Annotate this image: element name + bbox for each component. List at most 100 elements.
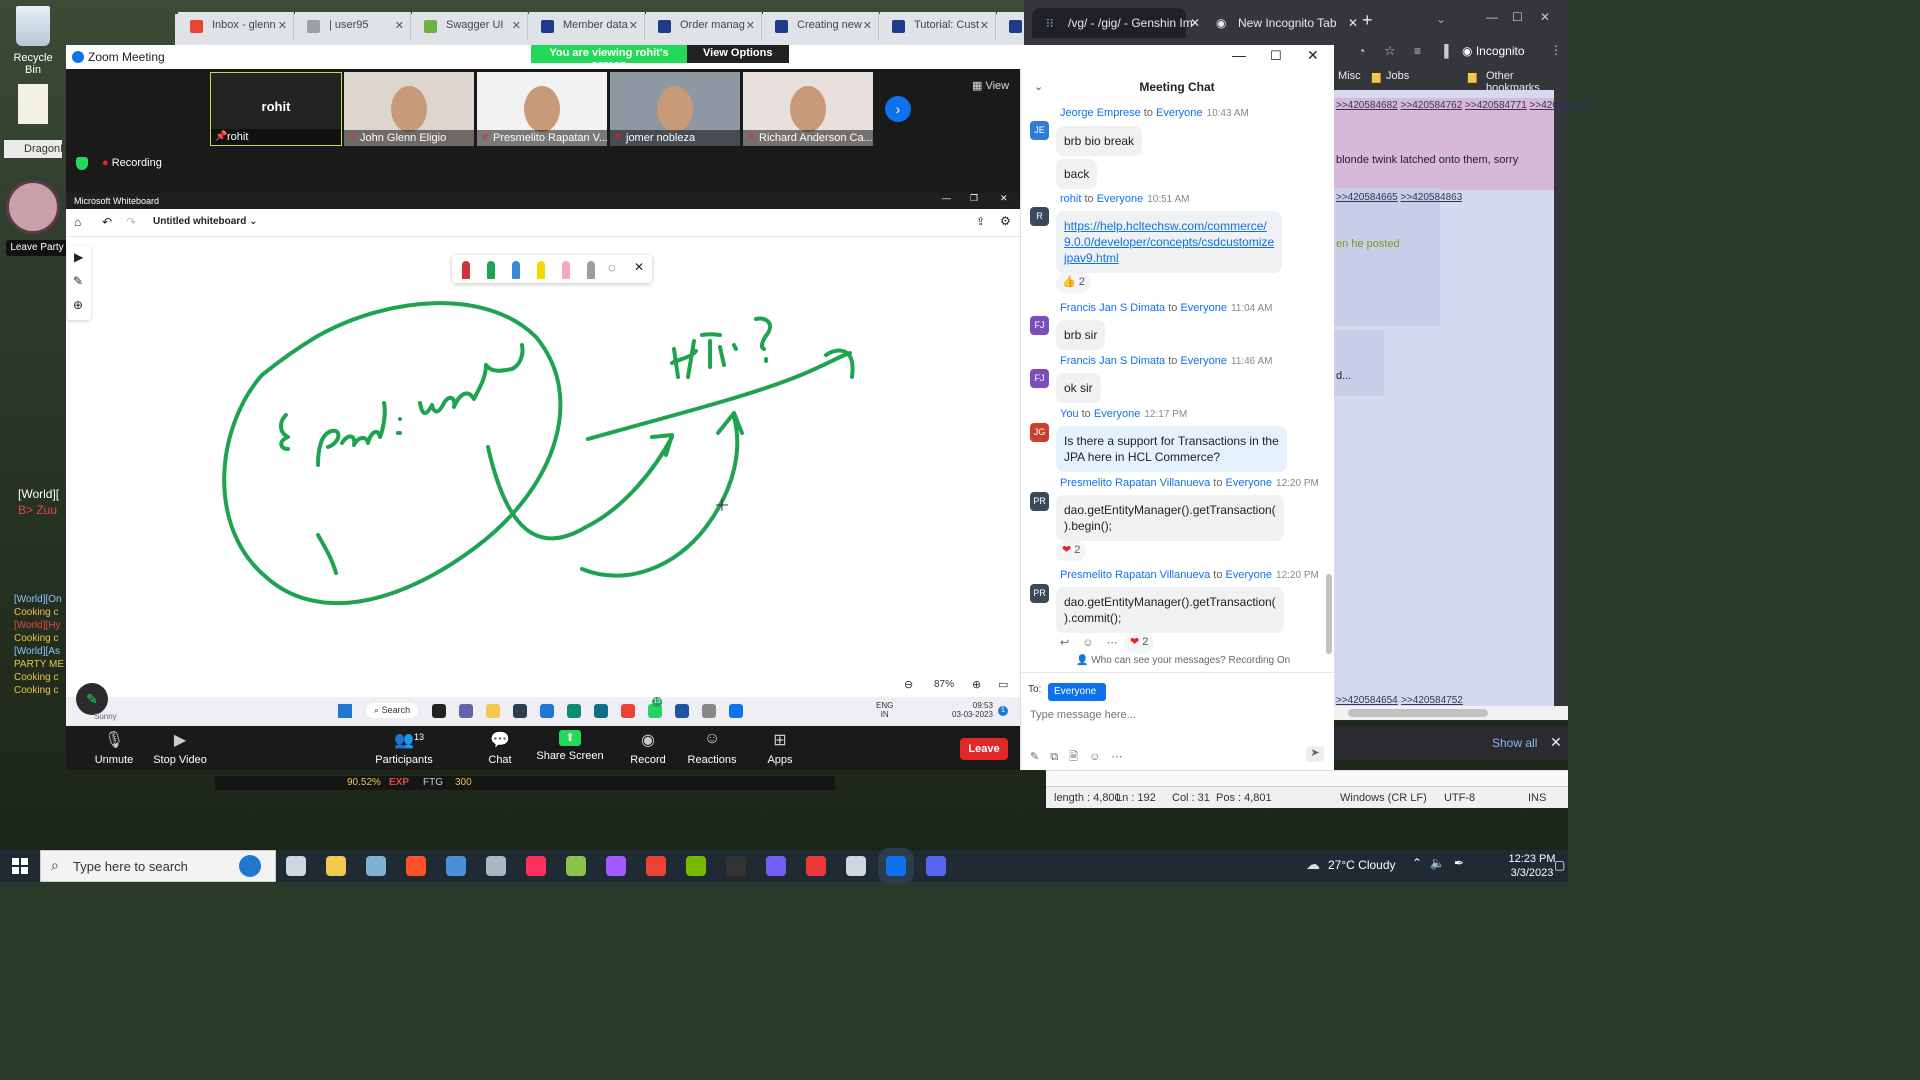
calculator-icon[interactable]	[846, 856, 866, 876]
file-icon[interactable]: 🗎	[1069, 751, 1078, 763]
close-tab-icon[interactable]: ✕	[395, 19, 404, 32]
app-icon[interactable]	[366, 856, 386, 876]
fit-screen-icon[interactable]: ▭	[998, 678, 1008, 691]
restore-icon[interactable]: ❐	[970, 193, 978, 204]
taskbar-app-icon[interactable]	[729, 704, 743, 718]
quote-link[interactable]: >>420584654	[1336, 695, 1398, 706]
menu-icon[interactable]: ⋮	[1550, 43, 1562, 57]
sender-name[interactable]: Jeorge Emprese	[1060, 107, 1141, 119]
link-line[interactable]: jpav9.html	[1064, 250, 1274, 266]
avatar[interactable]: JE	[1030, 121, 1049, 140]
photos-icon[interactable]	[446, 856, 466, 876]
visibility-notice[interactable]: 👤 Who can see your messages? Recording O…	[1076, 655, 1290, 666]
whiteboard-canvas[interactable]	[66, 237, 1020, 697]
incognito-tab-active[interactable]: ⁝⁝ /vg/ - /gig/ - Genshin Im ✕	[1032, 8, 1200, 38]
discord-icon[interactable]	[926, 856, 946, 876]
taskbar-app-icon[interactable]	[621, 704, 635, 718]
lasso-icon[interactable]: ◌	[608, 260, 616, 275]
speed-icon[interactable]: ◔	[1358, 44, 1365, 58]
tab-search-chevron-icon[interactable]: ⌄	[1436, 8, 1446, 38]
avatar[interactable]: PR	[1030, 492, 1049, 511]
annotate-pen-icon[interactable]: ✎	[76, 683, 108, 715]
quote-link[interactable]: >>420584665	[1336, 192, 1398, 203]
close-icon[interactable]: ✕	[1550, 734, 1562, 751]
close-tab-icon[interactable]: ✕	[278, 19, 287, 32]
browser-tab[interactable]: Creating new ✕	[763, 12, 879, 40]
minimize-icon[interactable]: —	[942, 193, 951, 203]
inner-search-box[interactable]: ⌕ Search	[366, 703, 419, 718]
tray-chevron-icon[interactable]: ⌃	[1412, 856, 1422, 870]
chat-link-message[interactable]: https://help.hcltechsw.com/commerce/9.0.…	[1056, 211, 1283, 273]
pen-color-icon[interactable]	[562, 261, 570, 279]
home-icon[interactable]: ⌂	[74, 215, 81, 229]
quote-link[interactable]: >>420584780	[1530, 100, 1592, 111]
sender-name[interactable]: Presmelito Rapatan Villanueva	[1060, 569, 1210, 581]
nvidia-icon[interactable]	[686, 856, 706, 876]
leave-party-button[interactable]: Leave Party	[6, 240, 68, 256]
sender-name[interactable]: Francis Jan S Dimata	[1060, 355, 1165, 367]
reading-list-icon[interactable]: ≡	[1414, 44, 1421, 58]
more-icon[interactable]: ⋯	[1107, 637, 1118, 649]
quote-link[interactable]: >>420584762	[1401, 100, 1463, 111]
close-tab-icon[interactable]: ✕	[980, 19, 989, 32]
browser-tab[interactable]: Inbox - glenn ✕	[178, 12, 294, 40]
side-panel-icon[interactable]: ▐	[1440, 44, 1449, 58]
control-apps-button[interactable]: ⊞ Apps	[750, 730, 810, 766]
participant-tile[interactable]: ✕ Richard Anderson Ca...	[743, 72, 873, 146]
minimize-icon[interactable]: —	[1232, 47, 1246, 63]
browser-tab[interactable]: | user95 ✕	[295, 12, 411, 40]
close-icon[interactable]: ✕	[1307, 47, 1319, 64]
zoom-out-icon[interactable]: ⊖	[904, 678, 913, 691]
control-participants-button[interactable]: 👥 Participants 13	[374, 730, 434, 766]
incognito-badge[interactable]: ◉ Incognito	[1462, 44, 1525, 58]
add-icon[interactable]: ⊕	[73, 298, 83, 312]
windows-start-icon[interactable]	[338, 704, 352, 718]
bookmark-star-icon[interactable]: ☆	[1384, 43, 1396, 59]
bookmark-jobs[interactable]: Jobs	[1386, 70, 1409, 82]
send-icon[interactable]: ➤	[1306, 746, 1324, 762]
format-icon[interactable]: ✎	[1030, 751, 1039, 763]
taskbar-app-icon[interactable]	[567, 704, 581, 718]
folder-shortcut[interactable]	[4, 84, 62, 124]
close-tab-icon[interactable]: ✕	[863, 19, 872, 32]
obs-icon[interactable]	[726, 856, 746, 876]
zoom-icon[interactable]	[886, 856, 906, 876]
close-tab-icon[interactable]: ✕	[512, 19, 521, 32]
maximize-icon[interactable]: ☐	[1270, 48, 1282, 64]
settings-gear-icon[interactable]: ⚙	[1000, 214, 1011, 228]
control-reactions-button[interactable]: ☺ Reactions	[682, 730, 742, 766]
quote-link[interactable]: >>420584771	[1465, 100, 1527, 111]
reaction-badge[interactable]: ❤ 2	[1124, 633, 1155, 653]
reaction-badge[interactable]: 👍 2	[1056, 273, 1091, 293]
chat-message[interactable]: dao.getEntityManager().getTransaction().…	[1056, 587, 1284, 633]
select-pointer-icon[interactable]: ▶	[74, 250, 83, 264]
quote-link[interactable]: >>420584682	[1336, 100, 1398, 111]
maximize-icon[interactable]: ☐	[1512, 8, 1523, 38]
chat-message[interactable]: brb bio break	[1056, 126, 1143, 156]
browser-tab[interactable]: Order manag ✕	[646, 12, 762, 40]
new-tab-button[interactable]: +	[1362, 8, 1373, 38]
taskbar-clock[interactable]: 12:23 PM 3/3/2023	[1504, 852, 1560, 880]
chat-scrollbar[interactable]	[1326, 100, 1332, 655]
quote-link[interactable]: >>420584752	[1401, 695, 1463, 706]
file-explorer-icon[interactable]	[326, 856, 346, 876]
recycle-bin[interactable]: Recycle Bin	[4, 6, 62, 76]
chat-message[interactable]: dao.getEntityManager().getTransaction().…	[1056, 495, 1284, 541]
participant-tile[interactable]: rohit 📌 rohit	[210, 72, 342, 146]
taskbar-app-icon[interactable]	[513, 704, 527, 718]
taskbar-app-icon[interactable]	[486, 704, 500, 718]
horizontal-scrollbar[interactable]	[1334, 706, 1568, 720]
share-icon[interactable]: ⇪	[976, 215, 985, 228]
show-all-button[interactable]: Show all	[1492, 736, 1537, 750]
language-indicator[interactable]: ENG IN	[876, 701, 893, 719]
zoom-in-icon[interactable]: ⊕	[972, 678, 981, 691]
more-icon[interactable]: ⋯	[1111, 751, 1122, 763]
minimize-icon[interactable]: —	[1486, 8, 1498, 38]
participant-tile[interactable]: ✕ jomer nobleza	[610, 72, 740, 146]
leave-button[interactable]: Leave	[960, 738, 1008, 760]
redo-icon[interactable]: ↷	[126, 215, 136, 229]
close-tray-icon[interactable]: ✕	[634, 260, 644, 274]
close-tab-icon[interactable]: ✕	[629, 19, 638, 32]
taskbar-app-icon[interactable]	[459, 704, 473, 718]
reply-icon[interactable]: ↩	[1060, 637, 1069, 649]
